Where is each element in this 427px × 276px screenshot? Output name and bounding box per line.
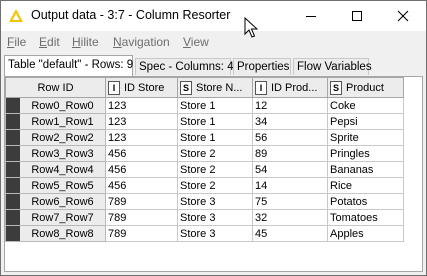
cell-id-store[interactable]: 123 — [105, 97, 178, 114]
table-header-row: Row ID I ID Store S Store N... I ID Prod...… — [5, 77, 404, 98]
table-row[interactable]: Row4_Row4 456 Store 2 54 Bananas — [5, 161, 404, 178]
cell-id-product[interactable]: 12 — [252, 97, 328, 114]
table-row[interactable]: Row2_Row2 123 Store 1 56 Sprite — [5, 129, 404, 146]
table-row[interactable]: Row7_Row7 789 Store 3 32 Tomatoes — [5, 209, 404, 226]
minimize-icon — [306, 16, 316, 17]
cell-id-store[interactable]: 789 — [105, 193, 178, 210]
table-row[interactable]: Row8_Row8 789 Store 3 45 Apples — [5, 225, 404, 242]
tab-spec[interactable]: Spec - Columns: 4 — [135, 58, 234, 75]
cell-id-store[interactable]: 789 — [105, 225, 178, 242]
cell-id-product[interactable]: 32 — [252, 209, 328, 226]
table-row[interactable]: Row3_Row3 456 Store 2 89 Pringles — [5, 145, 404, 162]
cell-product[interactable]: Tomatoes — [327, 209, 404, 226]
cell-id-product[interactable]: 56 — [252, 129, 328, 146]
menu-hilite[interactable]: Hilite — [72, 35, 99, 49]
cell-store-name[interactable]: Store 3 — [177, 225, 253, 242]
cell-store-name[interactable]: Store 1 — [177, 97, 253, 114]
row-id-cell[interactable]: Row4_Row4 — [5, 161, 106, 178]
cell-store-name[interactable]: Store 3 — [177, 209, 253, 226]
cell-product[interactable]: Sprite — [327, 129, 404, 146]
column-header-id-product[interactable]: I ID Prod... — [252, 77, 328, 98]
table-row[interactable]: Row5_Row5 456 Store 2 14 Rice — [5, 177, 404, 194]
row-id-cell[interactable]: Row0_Row0 — [5, 97, 106, 114]
knime-node-icon — [9, 9, 23, 22]
cell-id-product[interactable]: 45 — [252, 225, 328, 242]
table-row[interactable]: Row6_Row6 789 Store 3 75 Potatos — [5, 193, 404, 210]
cell-product[interactable]: Potatos — [327, 193, 404, 210]
close-icon — [397, 10, 409, 22]
row-id-cell[interactable]: Row8_Row8 — [5, 225, 106, 242]
cell-id-product[interactable]: 34 — [252, 113, 328, 130]
cell-store-name[interactable]: Store 1 — [177, 113, 253, 130]
cell-id-store[interactable]: 456 — [105, 161, 178, 178]
integer-type-icon: I — [108, 80, 120, 95]
cell-id-store[interactable]: 456 — [105, 177, 178, 194]
cell-id-store[interactable]: 123 — [105, 129, 178, 146]
string-type-icon: S — [330, 80, 342, 95]
column-header-product[interactable]: S Product — [327, 77, 404, 98]
column-header-store-name[interactable]: S Store N... — [177, 77, 253, 98]
row-id-cell[interactable]: Row5_Row5 — [5, 177, 106, 194]
tab-bar: Table "default" - Rows: 9 Spec - Columns… — [1, 55, 426, 76]
cell-product[interactable]: Pepsi — [327, 113, 404, 130]
tab-properties[interactable]: Properties — [233, 58, 291, 75]
cell-product[interactable]: Pringles — [327, 145, 404, 162]
cell-id-product[interactable]: 89 — [252, 145, 328, 162]
menu-file[interactable]: File — [7, 35, 26, 49]
cell-store-name[interactable]: Store 2 — [177, 177, 253, 194]
row-id-cell[interactable]: Row7_Row7 — [5, 209, 106, 226]
data-table-container[interactable]: Row ID I ID Store S Store N... I ID Prod...… — [4, 76, 423, 272]
cell-id-product[interactable]: 54 — [252, 161, 328, 178]
window-title: Output data - 3:7 - Column Resorter — [31, 8, 231, 22]
menu-navigation[interactable]: Navigation — [113, 35, 170, 49]
output-data-window: Output data - 3:7 - Column Resorter File… — [0, 0, 427, 276]
cell-store-name[interactable]: Store 3 — [177, 193, 253, 210]
cell-store-name[interactable]: Store 1 — [177, 129, 253, 146]
maximize-button[interactable] — [334, 1, 380, 31]
column-header-id-store[interactable]: I ID Store — [105, 77, 178, 98]
row-id-cell[interactable]: Row1_Row1 — [5, 113, 106, 130]
row-id-cell[interactable]: Row6_Row6 — [5, 193, 106, 210]
data-table: Row ID I ID Store S Store N... I ID Prod...… — [5, 77, 404, 242]
menu-edit[interactable]: Edit — [39, 35, 60, 49]
tab-table-default[interactable]: Table "default" - Rows: 9 — [4, 55, 133, 76]
menu-bar: File Edit Hilite Navigation View — [1, 33, 426, 53]
row-id-cell[interactable]: Row3_Row3 — [5, 145, 106, 162]
maximize-icon — [352, 11, 362, 21]
tab-flow-variables[interactable]: Flow Variables — [293, 58, 372, 75]
cell-id-store[interactable]: 123 — [105, 113, 178, 130]
cell-product[interactable]: Apples — [327, 225, 404, 242]
menu-view[interactable]: View — [183, 35, 209, 49]
cell-id-product[interactable]: 14 — [252, 177, 328, 194]
cell-product[interactable]: Coke — [327, 97, 404, 114]
row-id-cell[interactable]: Row2_Row2 — [5, 129, 106, 146]
title-bar[interactable]: Output data - 3:7 - Column Resorter — [1, 1, 426, 38]
cell-id-store[interactable]: 789 — [105, 209, 178, 226]
string-type-icon: S — [180, 80, 192, 95]
table-row[interactable]: Row1_Row1 123 Store 1 34 Pepsi — [5, 113, 404, 130]
table-row[interactable]: Row0_Row0 123 Store 1 12 Coke — [5, 97, 404, 114]
cell-store-name[interactable]: Store 2 — [177, 161, 253, 178]
integer-type-icon: I — [255, 80, 267, 95]
cell-product[interactable]: Rice — [327, 177, 404, 194]
cell-store-name[interactable]: Store 2 — [177, 145, 253, 162]
cell-id-product[interactable]: 75 — [252, 193, 328, 210]
minimize-button[interactable] — [288, 1, 334, 31]
close-button[interactable] — [380, 1, 426, 31]
cell-id-store[interactable]: 456 — [105, 145, 178, 162]
cell-product[interactable]: Bananas — [327, 161, 404, 178]
column-header-row-id[interactable]: Row ID — [5, 77, 106, 98]
